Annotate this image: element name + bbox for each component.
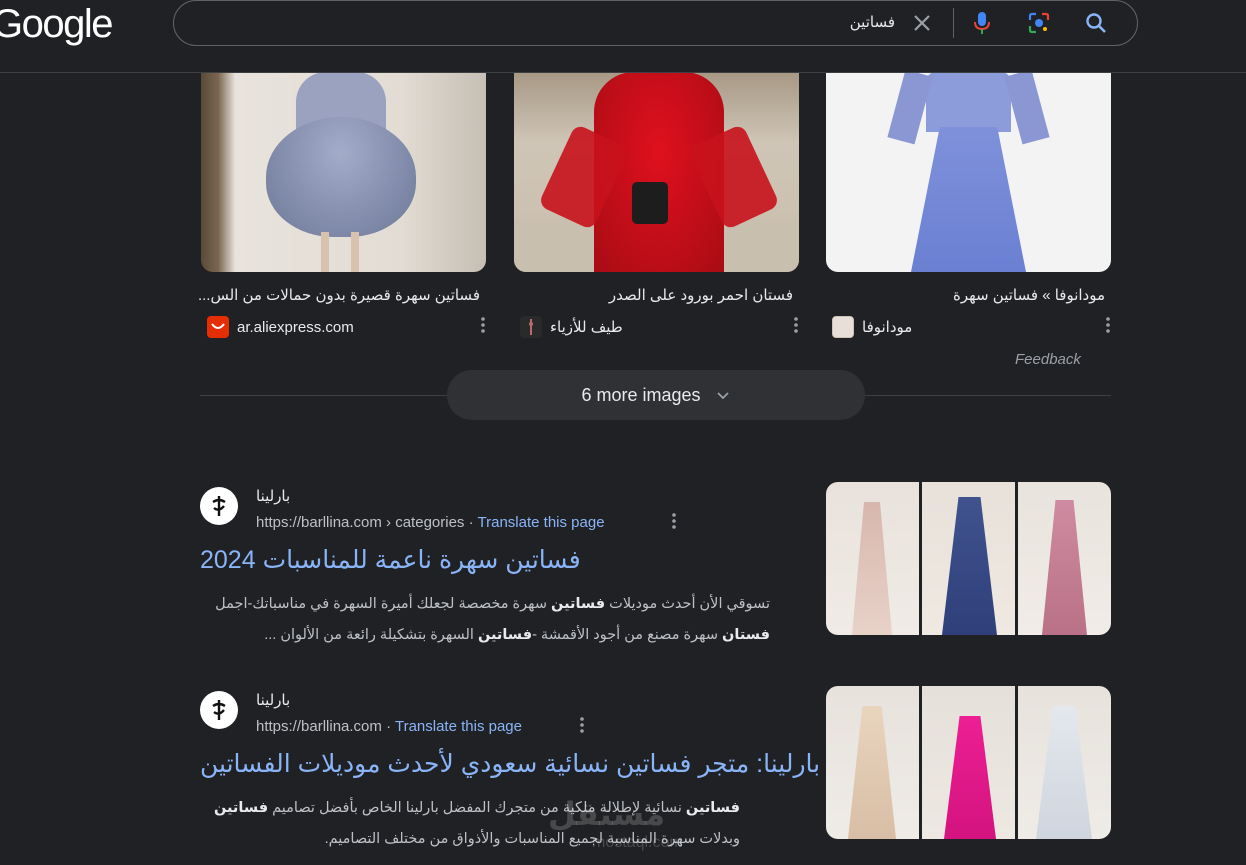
search-result: بارلينا https://barllina.com › categorie… [200, 487, 820, 647]
source-name: مودانوفا [862, 319, 913, 336]
result-snippet: فساتين نسائية لإطلالة ملكية من متجرك الم… [170, 793, 740, 855]
site-url[interactable]: https://barllina.com › categories · Tran… [256, 514, 605, 531]
url-separator: · [468, 514, 478, 531]
search-box[interactable]: فساتين [173, 0, 1138, 46]
dress-thumbnail[interactable] [826, 482, 919, 635]
dress-image[interactable] [201, 72, 486, 272]
taif-favicon-icon [520, 316, 542, 338]
site-url[interactable]: https://barllina.com · Translate this pa… [256, 718, 522, 735]
image-card[interactable]: مودانوفا » فساتين سهرة مودانوفا [826, 72, 1111, 338]
image-title[interactable]: فستان احمر بورود على الصدر [518, 286, 793, 304]
url-text: https://barllina.com › categories [256, 514, 465, 531]
site-favicon-icon[interactable] [200, 691, 238, 729]
dress-thumbnail[interactable] [826, 686, 919, 839]
dress-thumbnail[interactable] [922, 482, 1015, 635]
image-card[interactable]: فستان احمر بورود على الصدر طيف للأزياء [514, 72, 799, 338]
snippet-line: فساتين نسائية لإطلالة ملكية من متجرك الم… [213, 800, 740, 816]
modanova-favicon-icon [832, 316, 854, 338]
image-source[interactable]: مودانوفا [832, 316, 912, 338]
more-options-icon[interactable] [476, 315, 490, 335]
source-name: طيف للأزياء [550, 319, 623, 336]
more-options-icon[interactable] [789, 315, 803, 335]
translate-link[interactable]: Translate this page [395, 718, 522, 735]
result-title-link[interactable]: فساتين سهرة ناعمة للمناسبات 2024 [200, 545, 581, 575]
feedback-link[interactable]: Feedback [1015, 351, 1081, 368]
more-options-icon[interactable] [669, 511, 679, 531]
translate-link[interactable]: Translate this page [478, 514, 605, 531]
chevron-down-icon [716, 392, 729, 400]
result-title-link[interactable]: بارلينا: متجر فساتين نسائية سعودي لأحدث … [200, 749, 820, 779]
dress-image[interactable] [514, 72, 799, 272]
site-name[interactable]: بارلينا [256, 487, 290, 505]
search-header: Google فساتين [0, 0, 1246, 73]
more-options-icon[interactable] [577, 715, 587, 735]
dress-thumbnail[interactable] [922, 686, 1015, 839]
dress-thumbnail[interactable] [1018, 686, 1111, 839]
google-lens-icon[interactable] [1027, 11, 1051, 35]
aliexpress-favicon-icon [207, 316, 229, 338]
snippet-line: تسوقي الأن أحدث موديلات فساتين سهرة مخصص… [215, 596, 770, 612]
image-card[interactable]: فساتين سهرة قصيرة بدون حمالات من الس... … [198, 72, 486, 338]
source-name: ar.aliexpress.com [237, 318, 354, 336]
search-input[interactable]: فساتين [850, 13, 895, 31]
url-separator: · [386, 718, 395, 735]
dress-thumbnail[interactable] [1018, 482, 1111, 635]
image-title[interactable]: مودانوفا » فساتين سهرة [830, 286, 1105, 304]
search-result: بارلينا https://barllina.com · Translate… [200, 691, 820, 865]
site-favicon-icon[interactable] [200, 487, 238, 525]
search-divider [953, 8, 954, 38]
image-source[interactable]: طيف للأزياء [520, 316, 623, 338]
url-text: https://barllina.com [256, 718, 382, 735]
dress-image[interactable] [826, 72, 1111, 272]
image-source[interactable]: ar.aliexpress.com [207, 316, 354, 338]
search-icon[interactable] [1084, 11, 1108, 35]
snippet-line: وبدلات سهرة المناسبة لجميع المناسبات وال… [324, 831, 740, 847]
more-images-button[interactable]: 6 more images [447, 370, 865, 420]
more-options-icon[interactable] [1101, 315, 1115, 335]
result-thumbnails[interactable] [826, 482, 1111, 635]
image-title[interactable]: فساتين سهرة قصيرة بدون حمالات من الس... [198, 286, 480, 304]
site-name[interactable]: بارلينا [256, 691, 290, 709]
google-logo[interactable]: Google [0, 2, 113, 47]
result-thumbnails[interactable] [826, 686, 1111, 839]
microphone-icon[interactable] [970, 10, 994, 36]
result-snippet: تسوقي الأن أحدث موديلات فساتين سهرة مخصص… [200, 589, 770, 651]
snippet-line: فستان سهرة مصنع من أجود الأقمشة -فساتين … [264, 627, 770, 643]
more-images-label: 6 more images [581, 384, 701, 405]
clear-icon[interactable] [910, 11, 934, 35]
